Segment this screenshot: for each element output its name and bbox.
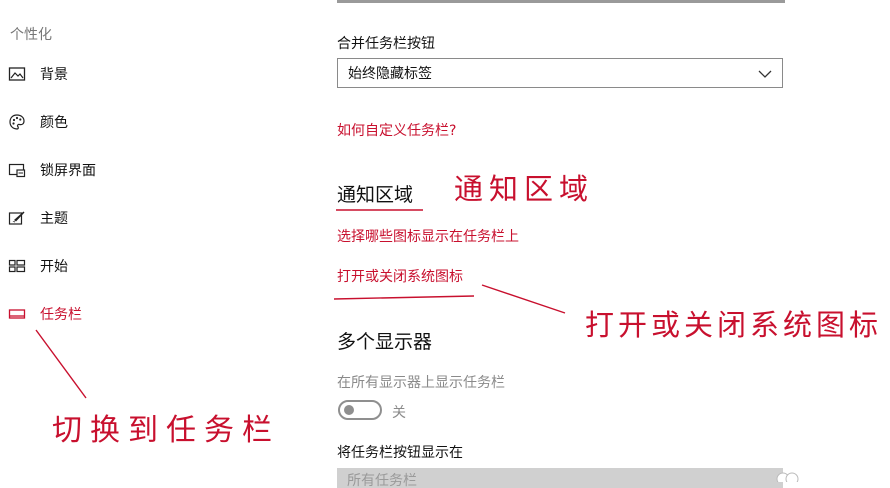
annotation-switch-taskbar: 切换到任务栏 (52, 413, 280, 448)
annotation-notification-area: 通知区域 (454, 172, 595, 206)
system-icons-pointer (481, 284, 566, 314)
annotation-system-icons: 打开或关闭系统图标 (585, 308, 883, 342)
system-icons-underline (333, 295, 475, 300)
taskbar-pointer (35, 329, 87, 399)
